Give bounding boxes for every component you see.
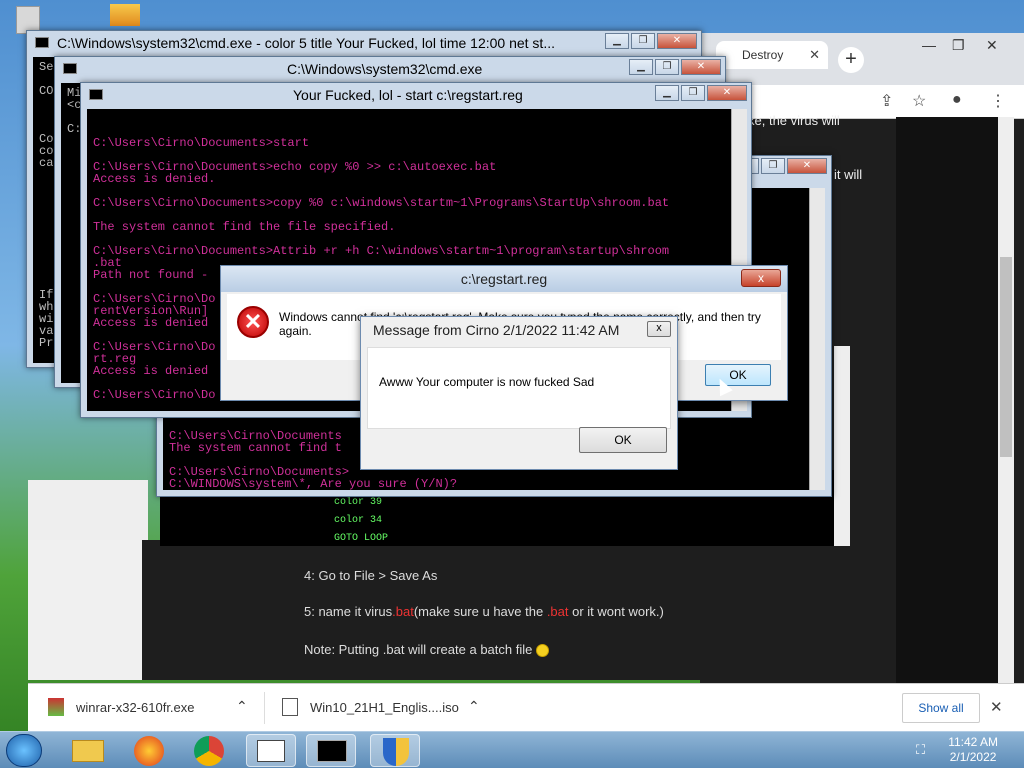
explorer-taskbar-icon[interactable] — [64, 734, 114, 767]
new-tab-button[interactable]: + — [838, 47, 864, 73]
ok-button[interactable]: OK — [579, 427, 667, 453]
console-scrollbar[interactable] — [809, 188, 825, 490]
page-sidebar — [896, 117, 1012, 683]
maximize-icon[interactable]: ❐ — [761, 158, 785, 174]
chrome-tab[interactable]: Destroy ✕ — [716, 41, 828, 69]
cmd-taskbar-icon[interactable] — [246, 734, 296, 767]
chrome-taskbar-icon[interactable] — [184, 734, 234, 767]
step5-text: 5: name it virus — [304, 604, 393, 619]
console-line: ca — [39, 156, 54, 170]
dialog-close-button[interactable]: x — [741, 269, 781, 287]
profile-icon[interactable]: ● — [952, 91, 962, 109]
download-filename: winrar-x32-610fr.exe — [76, 700, 195, 715]
background-strip — [28, 540, 142, 680]
console-line: Pr — [39, 336, 54, 350]
menu-icon[interactable]: ⋮ — [990, 91, 1006, 111]
window-title: Your Fucked, lol - start c:\regstart.reg — [293, 87, 523, 103]
minimize-icon[interactable]: ▁ — [605, 33, 629, 49]
code-line: color 39 — [334, 497, 383, 508]
window-controls: ▁❐✕ — [655, 85, 747, 101]
close-icon[interactable]: ✕ — [657, 33, 697, 49]
show-all-button[interactable]: Show all — [902, 693, 980, 723]
cmd-taskbar-icon-active[interactable] — [306, 734, 356, 767]
note-text: Note: Putting .bat will create a batch f… — [304, 642, 533, 657]
dialog-message: Awww Your computer is now fucked Sad — [379, 375, 595, 389]
code-scrollbar[interactable] — [834, 346, 850, 546]
close-icon[interactable]: ✕ — [787, 158, 827, 174]
download-item[interactable]: winrar-x32-610fr.exe ⌃ — [48, 684, 254, 732]
iso-file-icon — [282, 698, 298, 716]
download-filename: Win10_21H1_Englis....iso — [310, 700, 459, 715]
maximize-icon[interactable]: ❐ — [655, 59, 679, 75]
console-line: Access is denied — [93, 364, 209, 378]
chevron-up-icon[interactable]: ⌃ — [236, 698, 248, 715]
article-step-5: 5: name it virus.bat(make sure u have th… — [304, 604, 664, 619]
firefox-taskbar-icon[interactable] — [124, 734, 174, 767]
console-line: Path not found - — [93, 268, 209, 282]
console-line: Se — [39, 60, 54, 74]
close-icon[interactable]: ✕ — [986, 37, 998, 54]
code-line: GOTO LOOP — [334, 533, 389, 544]
chevron-up-icon[interactable]: ⌃ — [468, 698, 480, 715]
wink-emoji-icon — [535, 644, 549, 658]
minimize-icon[interactable]: — — [922, 37, 936, 53]
tab-title: Destroy — [742, 48, 784, 62]
dialog-close-button[interactable]: x — [647, 321, 671, 337]
console-line: C:\Users\Cirno\Do — [93, 388, 216, 402]
page-snippet: ke, the virus will — [748, 113, 840, 128]
article-note: Note: Putting .bat will create a batch f… — [304, 642, 549, 658]
dialog-title: Message from Cirno 2/1/2022 11:42 AM — [361, 317, 677, 343]
clock-date: 2/1/2022 — [949, 750, 997, 764]
page-scrollbar[interactable] — [998, 117, 1014, 683]
taskbar: ⛶ 11:42 AM 2/1/2022 — [0, 731, 1024, 768]
step5-text: or it wont work.) — [568, 604, 664, 619]
console-line: The system cannot find t — [169, 441, 342, 455]
background-strip — [28, 480, 148, 540]
console-line: C:\Users\Cirno\Documents>Attrib +r +h C:… — [93, 244, 670, 258]
network-icon[interactable]: ⛶ — [916, 742, 925, 758]
window-title: C:\Windows\system32\cmd.exe — [287, 61, 483, 77]
console-line: C:\Users\Cirno\Documents>start — [93, 136, 310, 150]
window-controls: ▁❐✕ — [629, 59, 721, 75]
maximize-icon[interactable]: ❐ — [952, 37, 965, 54]
console-line: C:\Users\Cirno\Documents>copy %0 c:\wind… — [93, 196, 670, 210]
bookmark-star-icon[interactable]: ☆ — [912, 91, 926, 111]
dialog-title: c:\regstart.reg — [221, 266, 787, 292]
clock[interactable]: 11:42 AM 2/1/2022 — [948, 735, 998, 765]
window-title: C:\Windows\system32\cmd.exe - color 5 ti… — [57, 35, 555, 51]
share-icon[interactable]: ⇪ — [880, 91, 893, 111]
console-line: C:\WINDOWS\system\*, Are you sure (Y/N)? — [169, 477, 458, 490]
close-icon[interactable]: ✕ — [681, 59, 721, 75]
maximize-icon[interactable]: ❐ — [631, 33, 655, 49]
message-dialog: Message from Cirno 2/1/2022 11:42 AM x A… — [360, 316, 678, 470]
minimize-icon[interactable]: ▁ — [655, 85, 679, 101]
winrar-file-icon — [48, 698, 64, 716]
download-bar-close-icon[interactable]: ✕ — [990, 698, 1003, 716]
chrome-tabstrip: Destroy ✕ + — ❐ ✕ — [700, 33, 1024, 85]
clock-time: 11:42 AM — [948, 735, 998, 749]
console-line: Access is denied — [93, 316, 209, 330]
console-line: Access is denied. — [93, 172, 216, 186]
console-line: The system cannot find the file specifie… — [93, 220, 396, 234]
step5-ext: .bat — [546, 604, 569, 619]
folder-icon[interactable] — [110, 4, 140, 26]
divider — [264, 692, 265, 724]
tab-close-icon[interactable]: ✕ — [809, 47, 820, 63]
step5-text: (make sure u have the — [413, 604, 547, 619]
page-snippet: it will — [834, 167, 863, 182]
step5-ext: .bat — [392, 604, 414, 619]
security-shield-taskbar-icon[interactable] — [370, 734, 420, 767]
start-button[interactable] — [6, 734, 42, 767]
article-step-4: 4: Go to File > Save As — [304, 568, 438, 583]
minimize-icon[interactable]: ▁ — [629, 59, 653, 75]
window-controls: ▁❐✕ — [605, 33, 697, 49]
download-bar: winrar-x32-610fr.exe ⌃ Win10_21H1_Englis… — [28, 683, 1024, 731]
maximize-icon[interactable]: ❐ — [681, 85, 705, 101]
console-line: CO — [39, 84, 54, 98]
close-icon[interactable]: ✕ — [707, 85, 747, 101]
error-icon: ✕ — [237, 306, 269, 338]
download-item[interactable]: Win10_21H1_Englis....iso ⌃ — [282, 684, 488, 732]
code-line: color 34 — [334, 515, 383, 526]
